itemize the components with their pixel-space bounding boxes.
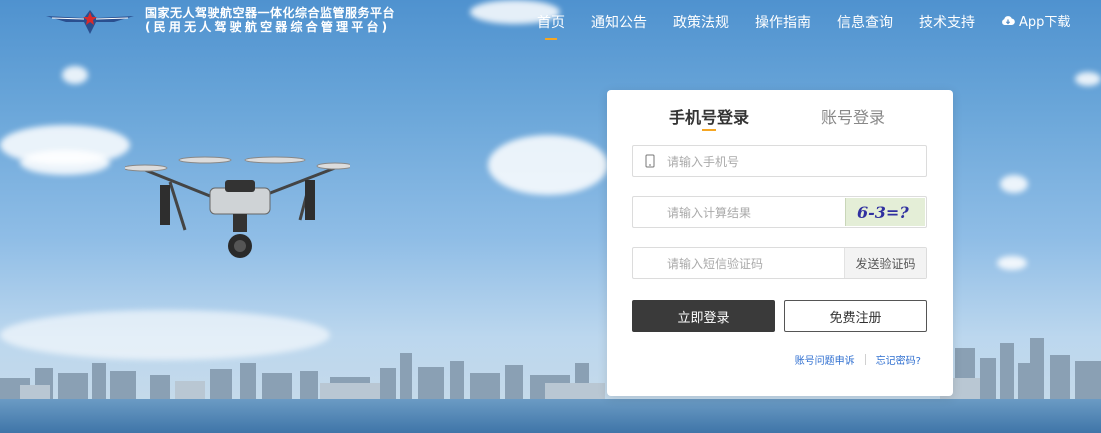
cloud <box>488 135 608 195</box>
caac-logo[interactable] <box>44 6 136 36</box>
phone-field <box>632 145 927 178</box>
phone-icon <box>645 154 655 168</box>
nav-policies[interactable]: 政策法规 <box>673 12 729 32</box>
brand-title: 国家无人驾驶航空器一体化综合监管服务平台 (民用无人驾驶航空器综合管理平台) <box>145 6 395 34</box>
login-tabs: 手机号登录 账号登录 <box>607 104 953 134</box>
tab-account-login[interactable]: 账号登录 <box>821 104 885 128</box>
cloud <box>62 66 88 84</box>
brand-line-1: 国家无人驾驶航空器一体化综合监管服务平台 <box>145 6 396 20</box>
sms-code-input[interactable] <box>665 248 839 280</box>
nav-notices[interactable]: 通知公告 <box>591 12 647 32</box>
calc-field: 6-3=? <box>632 196 927 229</box>
phone-input[interactable] <box>665 146 919 178</box>
cloud <box>20 150 110 175</box>
nav-home[interactable]: 首页 <box>537 12 565 40</box>
cloud <box>1000 175 1028 193</box>
tab-phone-login[interactable]: 手机号登录 <box>669 104 749 131</box>
main-nav: 首页 通知公告 政策法规 操作指南 信息查询 技术支持 App下载 <box>537 11 1070 40</box>
register-button[interactable]: 免费注册 <box>784 300 927 332</box>
cloud-download-icon <box>1002 15 1015 25</box>
nav-guide[interactable]: 操作指南 <box>755 12 811 32</box>
send-code-button[interactable]: 发送验证码 <box>844 248 926 278</box>
forgot-password-link[interactable]: 忘记密码? <box>876 352 921 367</box>
drone-image <box>125 156 350 258</box>
app-download-label: App下载 <box>1019 14 1071 30</box>
nav-query[interactable]: 信息查询 <box>837 12 893 32</box>
nav-support[interactable]: 技术支持 <box>919 12 975 32</box>
calc-result-input[interactable] <box>665 197 839 229</box>
help-links: 账号问题申诉 忘记密码? <box>795 352 921 367</box>
captcha-text: 6-3=? <box>857 203 909 222</box>
link-divider <box>864 354 866 365</box>
water <box>0 399 1101 433</box>
login-card: 手机号登录 账号登录 6-3=? 发送验证码 立即登录 免费注册 账号问题申诉 … <box>607 90 953 396</box>
site-header: 国家无人驾驶航空器一体化综合监管服务平台 (民用无人驾驶航空器综合管理平台) 首… <box>0 0 1101 46</box>
login-button[interactable]: 立即登录 <box>632 300 775 332</box>
cloud <box>1075 72 1101 86</box>
cloud <box>997 256 1027 270</box>
brand-line-2: (民用无人驾驶航空器综合管理平台) <box>145 20 391 34</box>
sms-field: 发送验证码 <box>632 247 927 280</box>
account-appeal-link[interactable]: 账号问题申诉 <box>795 352 855 367</box>
captcha-image[interactable]: 6-3=? <box>845 198 925 226</box>
app-download-link[interactable]: App下载 <box>1001 11 1070 30</box>
